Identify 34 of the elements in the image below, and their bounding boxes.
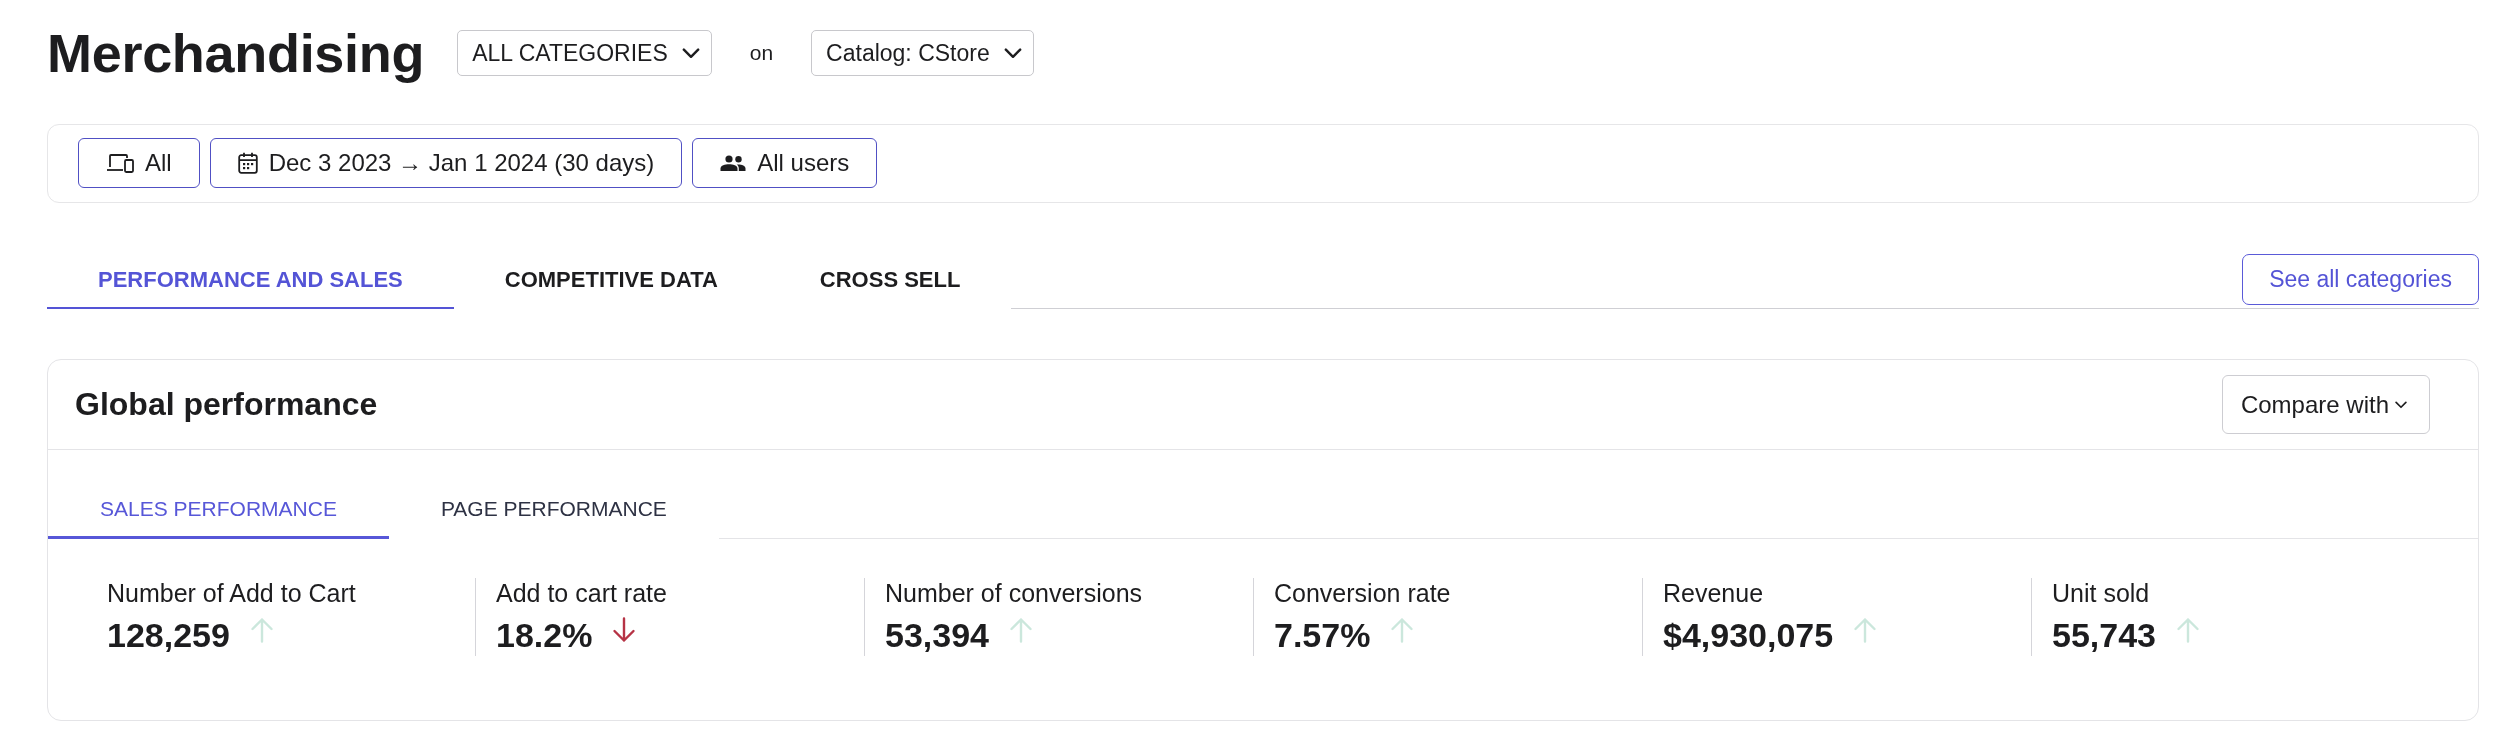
people-icon [720, 155, 747, 171]
metric-label: Unit sold [2052, 578, 2150, 608]
metric-value: 7.57% [1274, 615, 1371, 656]
catalog-dropdown[interactable]: Catalog: CStore [811, 30, 1034, 76]
see-all-categories-button[interactable]: See all categories [2242, 254, 2479, 305]
metric-label: Conversion rate [1274, 578, 1451, 608]
up-arrow-icon [1390, 617, 1415, 643]
metric-value: 53,394 [885, 615, 989, 656]
chevron-down-icon [1003, 47, 1022, 59]
metric-value: 18.2% [496, 615, 593, 656]
metric-label: Revenue [1663, 578, 1764, 608]
up-arrow-icon [1853, 617, 1878, 643]
calendar-icon [237, 152, 258, 174]
up-arrow-icon [249, 617, 274, 643]
category-dropdown[interactable]: ALL CATEGORIES [457, 30, 712, 76]
metric-value: 128,259 [107, 615, 230, 656]
metric-label: Number of conversions [885, 578, 1143, 608]
device-filter-button[interactable]: All [78, 138, 200, 188]
chevron-down-icon [2395, 400, 2407, 409]
chevron-down-icon [681, 47, 700, 59]
metric-label: Number of Add to Cart [107, 578, 356, 608]
metric-value: $4,930,075 [1663, 615, 1834, 656]
date-filter-button[interactable]: Dec 3 2023 → Jan 1 2024 (30 days) [209, 138, 683, 188]
metric-label: Add to cart rate [496, 578, 667, 608]
laptop-phone-icon [106, 153, 134, 173]
audience-filter-button[interactable]: All users [692, 138, 878, 188]
page-title: Merchandising [47, 25, 425, 81]
down-arrow-icon [612, 617, 637, 643]
joiner-label: on [749, 41, 774, 65]
up-arrow-icon [2176, 617, 2200, 643]
compare-with-button[interactable]: Compare with [2221, 375, 2430, 434]
up-arrow-icon [1009, 617, 1033, 643]
card-title: Global performance [75, 386, 378, 423]
metric-value: 55,743 [2052, 615, 2156, 656]
